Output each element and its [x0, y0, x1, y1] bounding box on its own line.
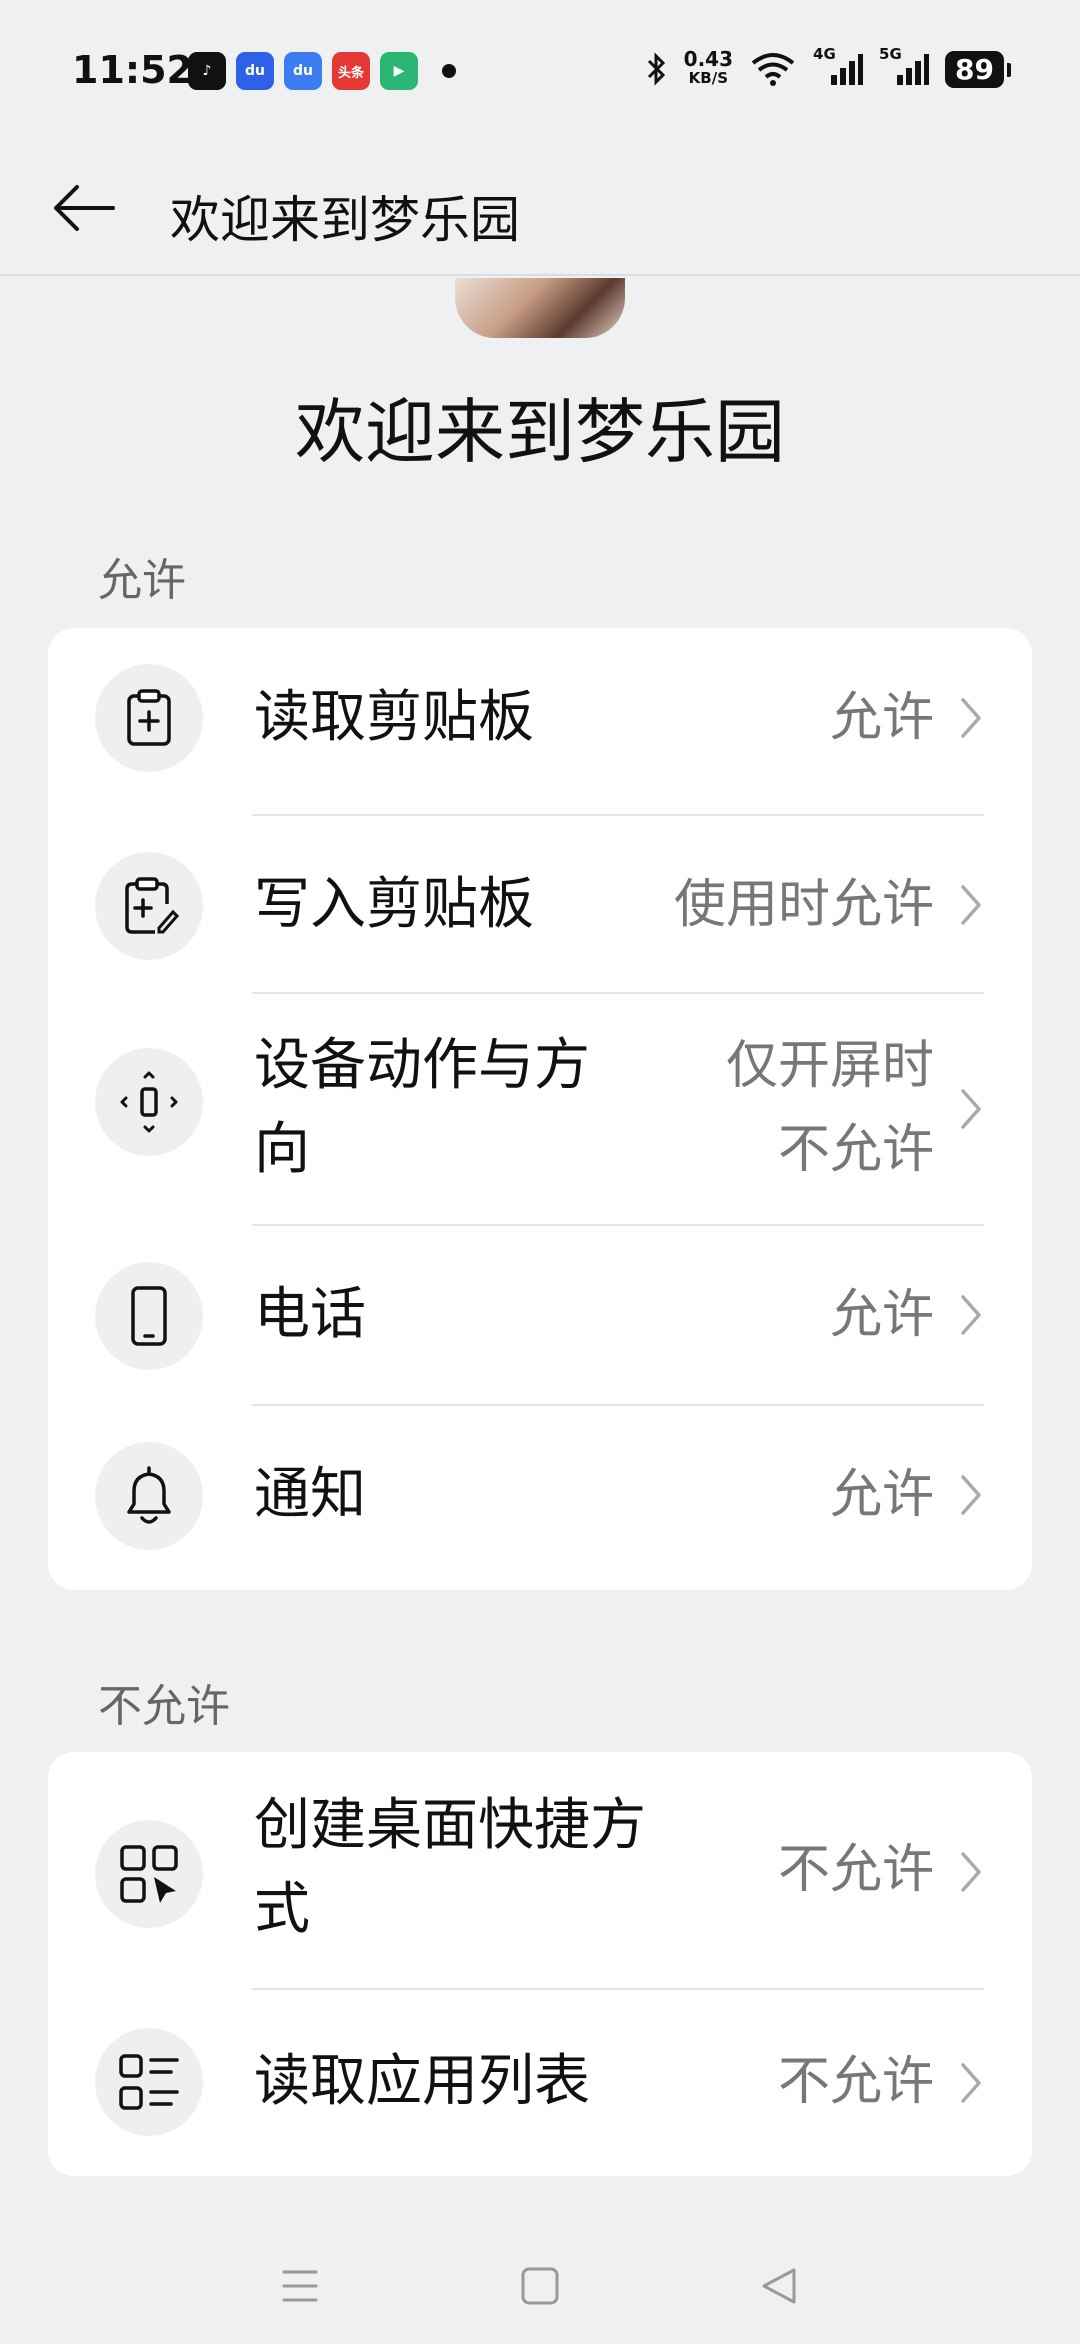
chevron-right-icon — [956, 1084, 986, 1134]
baidu-map-icon: du — [284, 52, 322, 90]
permission-label-line: 向 — [254, 1117, 310, 1182]
permission-value-line: 仅开屏时 — [725, 1036, 934, 1096]
permission-value: 允许 — [829, 688, 934, 748]
app-list-icon — [95, 2028, 203, 2136]
nav-home-button[interactable] — [510, 2256, 570, 2316]
signal-5g-icon: 5G — [879, 45, 930, 87]
allowed-permissions-card: 读取剪贴板 允许 写入剪贴板 使用时允许 设备动作与方 向 仅开屏时 不允许 电… — [48, 628, 1032, 1590]
chevron-right-icon — [956, 2058, 986, 2108]
toutiao-icon: 头条 — [332, 52, 370, 90]
phone-icon — [95, 1262, 203, 1370]
status-time: 11:52 — [72, 48, 193, 92]
permission-value-line: 不允许 — [777, 1120, 934, 1180]
permission-value-multiline: 仅开屏时 不允许 — [726, 1024, 934, 1192]
signal-5g-label: 5G — [879, 45, 902, 63]
chevron-right-icon — [956, 880, 986, 930]
back-button[interactable] — [46, 170, 122, 246]
signal-4g-label: 4G — [813, 45, 836, 63]
back-triangle-icon — [762, 2268, 796, 2304]
battery-indicator: 89 — [945, 50, 1011, 88]
nav-menu-button[interactable] — [270, 2256, 330, 2316]
bell-icon — [95, 1442, 203, 1550]
denied-permissions-card: 创建桌面快捷方 式 不允许 读取应用列表 不允许 — [48, 1752, 1032, 2176]
shortcut-icon — [95, 1820, 203, 1928]
permission-row-read-app-list[interactable]: 读取应用列表 不允许 — [48, 1990, 1032, 2174]
permission-value: 允许 — [829, 1285, 934, 1345]
nav-back-button[interactable] — [750, 2256, 810, 2316]
wifi-icon — [751, 53, 795, 86]
permission-value: 使用时允许 — [673, 875, 934, 935]
menu-icon — [282, 2270, 318, 2302]
app-bar-title: 欢迎来到梦乐园 — [170, 191, 520, 249]
permission-label: 读取应用列表 — [254, 2049, 590, 2114]
permission-row-create-shortcut[interactable]: 创建桌面快捷方 式 不允许 — [48, 1752, 1032, 1988]
permission-row-write-clipboard[interactable]: 写入剪贴板 使用时允许 — [48, 816, 1032, 994]
section-label-denied: 不允许 — [98, 1681, 230, 1732]
chevron-right-icon — [956, 1847, 986, 1897]
permission-row-read-clipboard[interactable]: 读取剪贴板 允许 — [48, 628, 1032, 808]
bluetooth-icon — [647, 52, 665, 86]
app-bar: 欢迎来到梦乐园 — [0, 150, 1080, 276]
clipboard-plus-icon — [95, 664, 203, 772]
permission-label: 读取剪贴板 — [254, 685, 534, 750]
permission-label-multiline: 创建桌面快捷方 式 — [254, 1784, 646, 1952]
section-label-allowed: 允许 — [98, 555, 186, 606]
system-navigation-bar — [0, 2220, 1080, 2344]
permission-value: 不允许 — [777, 2052, 934, 2112]
permission-row-notification[interactable]: 通知 允许 — [48, 1406, 1032, 1588]
chevron-right-icon — [956, 1290, 986, 1340]
chevron-right-icon — [956, 693, 986, 743]
more-notifications-dot — [442, 64, 456, 78]
baidu-icon: du — [236, 52, 274, 90]
permission-label-line: 式 — [254, 1877, 310, 1942]
network-speed: 0.43 KB/S — [683, 47, 734, 88]
permission-label-multiline: 设备动作与方 向 — [254, 1024, 590, 1192]
clipboard-edit-icon — [95, 852, 203, 960]
status-bar: 11:52 ♪ du du 头条 ▶ 0.43 KB/S 4G 5G 89 — [0, 0, 1080, 150]
permission-value: 允许 — [829, 1465, 934, 1525]
permission-row-device-motion[interactable]: 设备动作与方 向 仅开屏时 不允许 — [48, 994, 1032, 1224]
app-name-heading: 欢迎来到梦乐园 — [295, 391, 785, 473]
device-motion-icon — [95, 1048, 203, 1156]
signal-4g-icon: 4G — [813, 45, 864, 87]
permission-label: 电话 — [254, 1282, 366, 1347]
permission-value: 不允许 — [777, 1840, 934, 1900]
permission-label: 写入剪贴板 — [254, 872, 534, 937]
permission-label-line: 创建桌面快捷方 — [254, 1793, 646, 1858]
chevron-right-icon — [956, 1470, 986, 1520]
network-speed-unit: KB/S — [688, 69, 729, 87]
home-square-icon — [521, 2267, 559, 2305]
permission-row-phone[interactable]: 电话 允许 — [48, 1226, 1032, 1404]
app-avatar — [455, 278, 625, 338]
back-arrow-icon — [54, 185, 115, 231]
video-app-icon: ▶ — [380, 52, 418, 90]
permission-label: 通知 — [254, 1462, 366, 1527]
douyin-icon: ♪ — [188, 52, 226, 90]
permission-label-line: 设备动作与方 — [254, 1033, 590, 1098]
status-right: 0.43 KB/S 4G 5G 89 — [646, 45, 1011, 88]
notification-app-icons: ♪ du du 头条 ▶ — [188, 52, 456, 90]
network-speed-value: 0.43 — [683, 47, 734, 71]
